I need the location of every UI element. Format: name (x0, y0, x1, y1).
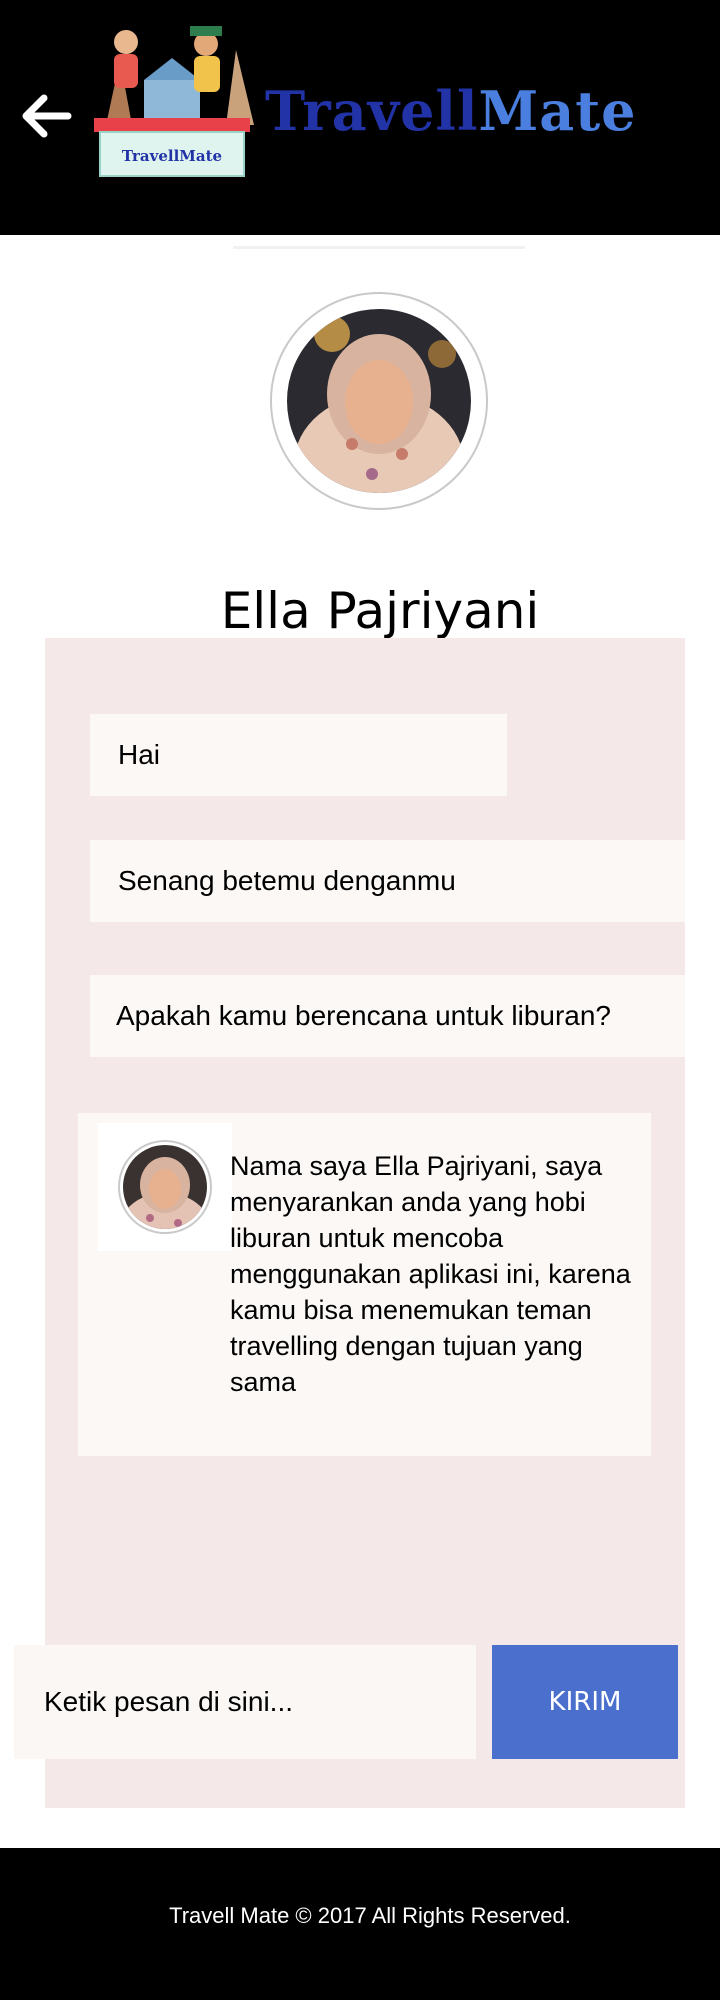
brand-title-part1: Travell (265, 79, 479, 143)
reply-avatar (98, 1123, 232, 1251)
chat-message: Senang betemu denganmu (90, 840, 685, 922)
logo: TravellMate (86, 20, 262, 180)
profile-name: Ella Pajriyani (220, 581, 540, 640)
arrow-left-icon (22, 94, 72, 138)
send-button[interactable]: KIRIM (492, 1645, 678, 1759)
profile-avatar (270, 292, 488, 510)
brand-title: TravellMate (265, 84, 637, 138)
chat-message: Hai (90, 714, 507, 796)
divider (233, 246, 525, 249)
reply-message-text: Nama saya Ella Pajriyani, saya menyarank… (230, 1151, 631, 1397)
footer-copyright: Travell Mate © 2017 All Rights Reserved. (169, 1903, 571, 1928)
chat-message: Apakah kamu berencana untuk liburan? (90, 975, 685, 1057)
brand-title-part2: Mate (478, 79, 637, 143)
back-button[interactable] (22, 94, 72, 138)
svg-text:TravellMate: TravellMate (122, 147, 222, 165)
message-input[interactable] (14, 1645, 476, 1759)
